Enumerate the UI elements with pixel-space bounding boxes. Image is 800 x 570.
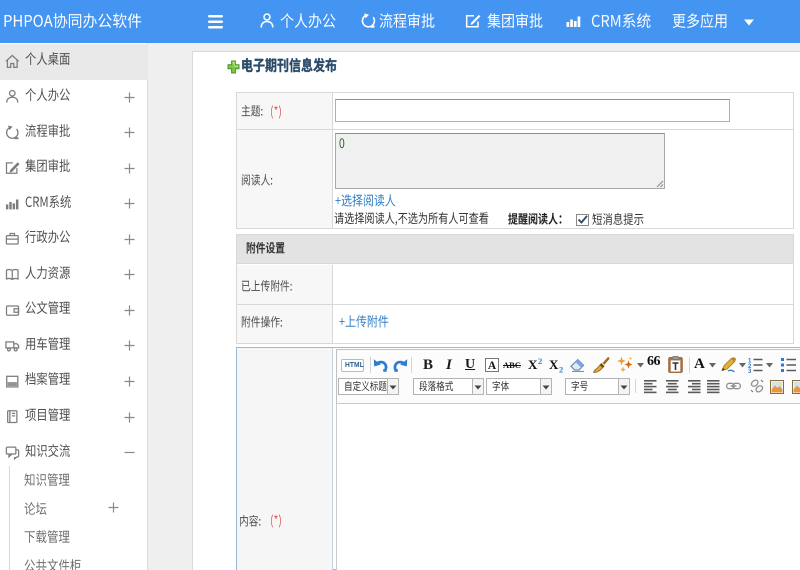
svg-text:2: 2	[559, 365, 563, 374]
svg-text:3: 3	[748, 369, 752, 373]
svg-text:A: A	[488, 360, 497, 372]
svg-text:X: X	[528, 357, 538, 372]
svg-text:X: X	[549, 357, 559, 372]
svg-text:2: 2	[538, 356, 542, 366]
